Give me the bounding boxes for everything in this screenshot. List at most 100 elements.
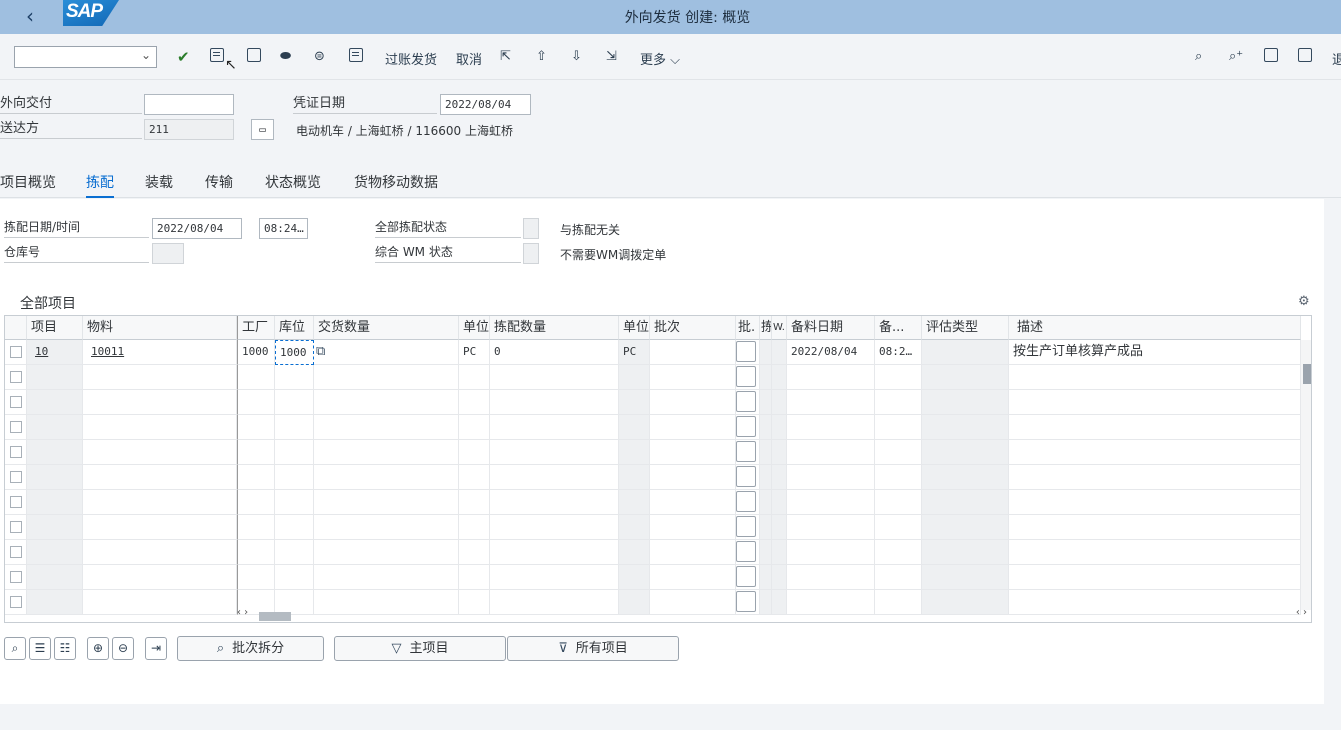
row-select-cell[interactable] [5, 415, 27, 440]
table-cell[interactable] [237, 490, 275, 515]
cancel-button[interactable]: 取消 [456, 49, 482, 68]
table-cell[interactable] [650, 440, 736, 465]
table-cell[interactable] [275, 465, 314, 490]
vertical-scrollbar[interactable] [1301, 340, 1311, 610]
table-cell[interactable] [237, 365, 275, 390]
table-cell[interactable] [314, 565, 459, 590]
table-cell[interactable] [314, 415, 459, 440]
doc-date-input[interactable]: 2022/08/04 [440, 94, 531, 115]
add-row-icon[interactable]: ⊕ [87, 637, 109, 660]
row-select-cell[interactable] [5, 390, 27, 415]
table-cell[interactable] [314, 515, 459, 540]
table-cell[interactable] [650, 340, 736, 365]
row-select-cell[interactable] [5, 540, 27, 565]
tab-transport[interactable]: 传输 [205, 172, 233, 198]
save-icon[interactable] [210, 48, 224, 68]
table-cell[interactable] [490, 440, 619, 465]
table-cell[interactable] [83, 390, 237, 415]
table-cell[interactable]: 08:2… [875, 340, 922, 365]
table-cell[interactable] [875, 390, 922, 415]
table-cell[interactable] [922, 515, 1009, 540]
table-cell[interactable] [275, 440, 314, 465]
table-cell[interactable] [772, 565, 787, 590]
row-checkbox[interactable] [10, 446, 22, 458]
up-icon[interactable]: ⇧ [536, 48, 547, 66]
table-cell[interactable] [314, 390, 459, 415]
table-cell[interactable] [922, 340, 1009, 365]
batch-checkbox[interactable] [736, 516, 756, 537]
picking-date-input[interactable]: 2022/08/04 [152, 218, 242, 239]
table-cell[interactable] [736, 365, 760, 390]
table-cell[interactable] [787, 440, 875, 465]
table-cell[interactable] [619, 540, 650, 565]
table-cell[interactable] [922, 390, 1009, 415]
row-checkbox[interactable] [10, 571, 22, 583]
batch-split-button[interactable]: ⌕ 批次拆分 [177, 636, 324, 661]
table-cell[interactable] [736, 565, 760, 590]
table-cell[interactable] [760, 440, 772, 465]
table-cell[interactable] [1009, 365, 1301, 390]
table-cell[interactable] [27, 515, 83, 540]
tab-loading[interactable]: 装载 [145, 172, 173, 198]
table-cell[interactable] [922, 565, 1009, 590]
export-icon[interactable] [247, 48, 261, 68]
table-cell[interactable] [619, 415, 650, 440]
batch-checkbox[interactable] [736, 566, 756, 587]
tab-item-overview[interactable]: 项目概览 [0, 172, 56, 198]
table-cell[interactable] [314, 540, 459, 565]
table-row[interactable] [5, 490, 1301, 515]
table-cell[interactable] [83, 365, 237, 390]
scroll-thumb[interactable] [1303, 364, 1311, 384]
select-list-icon[interactable]: ☰ [29, 637, 51, 660]
table-cell[interactable]: PC [619, 340, 650, 365]
table-cell[interactable]: 10011 [83, 340, 237, 365]
table-cell[interactable] [275, 565, 314, 590]
table-cell[interactable] [875, 515, 922, 540]
table-cell[interactable] [875, 440, 922, 465]
table-row[interactable] [5, 390, 1301, 415]
table-cell[interactable] [772, 415, 787, 440]
table-cell[interactable] [650, 365, 736, 390]
table-cell[interactable] [275, 515, 314, 540]
table-cell[interactable] [922, 440, 1009, 465]
row-checkbox[interactable] [10, 496, 22, 508]
column-header[interactable]: 批次 [650, 316, 736, 340]
table-cell[interactable] [490, 390, 619, 415]
document-icon[interactable] [349, 48, 363, 68]
table-cell[interactable] [875, 465, 922, 490]
hat-icon[interactable]: ⬬ [280, 48, 291, 66]
table-cell[interactable]: 0 [490, 340, 619, 365]
table-cell[interactable] [650, 415, 736, 440]
table-cell[interactable] [237, 390, 275, 415]
outbound-delivery-input[interactable] [144, 94, 234, 115]
table-cell[interactable] [619, 365, 650, 390]
table-cell[interactable] [772, 440, 787, 465]
table-cell[interactable] [736, 390, 760, 415]
row-select-cell[interactable] [5, 340, 27, 365]
table-cell[interactable] [922, 465, 1009, 490]
table-cell[interactable] [314, 490, 459, 515]
table-cell[interactable] [772, 540, 787, 565]
table-cell[interactable] [490, 365, 619, 390]
table-cell[interactable] [875, 490, 922, 515]
table-cell[interactable] [83, 490, 237, 515]
column-header[interactable]: 批. [736, 316, 760, 340]
batch-checkbox[interactable] [736, 391, 756, 412]
table-cell[interactable] [1009, 390, 1301, 415]
table-cell[interactable] [490, 465, 619, 490]
table-cell[interactable] [275, 540, 314, 565]
column-header[interactable]: 交货数量 [314, 316, 459, 340]
table-cell[interactable] [275, 415, 314, 440]
copy-icon[interactable]: ⧉ [316, 340, 325, 364]
row-select-cell[interactable] [5, 365, 27, 390]
table-cell[interactable] [760, 540, 772, 565]
row-select-cell[interactable] [5, 590, 27, 615]
table-cell[interactable] [83, 515, 237, 540]
table-row[interactable]: 10 10011 1000 1000 ⧉ PC 0 PC 2022/08/04 08:2… 按生产订… [5, 340, 1301, 365]
table-cell[interactable] [275, 390, 314, 415]
column-header[interactable]: 物料 [83, 316, 237, 340]
table-row[interactable] [5, 565, 1301, 590]
table-cell[interactable] [619, 440, 650, 465]
details-list-icon[interactable]: ☷ [54, 637, 76, 660]
table-cell[interactable] [237, 440, 275, 465]
